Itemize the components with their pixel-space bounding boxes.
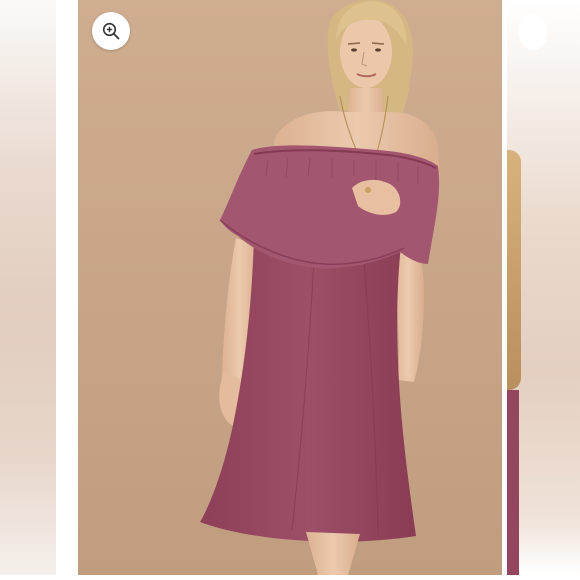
current-slide[interactable] — [78, 0, 502, 575]
product-image-gallery — [0, 0, 580, 580]
product-photo — [78, 0, 502, 575]
zoom-button[interactable] — [92, 12, 130, 50]
next-slide-zoom-button-edge — [519, 14, 547, 50]
next-slide-hair — [507, 150, 521, 390]
zoom-in-icon — [102, 22, 120, 40]
next-slide-dress — [507, 390, 519, 575]
previous-slide-peek[interactable] — [0, 0, 70, 575]
next-slide-peek[interactable] — [507, 0, 580, 575]
slide-gap — [56, 0, 70, 575]
